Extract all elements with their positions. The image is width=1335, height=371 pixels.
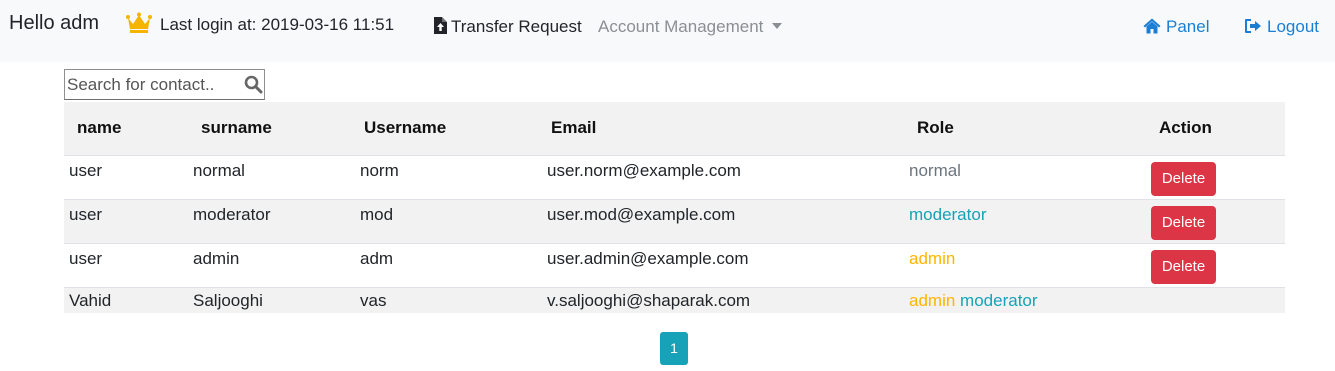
cell-name: Vahid [69, 290, 112, 310]
sign-out-icon [1244, 17, 1267, 36]
table-row: user normal norm user.norm@example.com n… [64, 155, 1285, 199]
cell-role: normal [904, 155, 1146, 199]
search-icon[interactable] [244, 75, 263, 99]
delete-button[interactable]: Delete [1151, 249, 1216, 284]
cell-email: user.norm@example.com [547, 160, 741, 180]
cell-surname: moderator [193, 204, 271, 224]
crown-icon [126, 12, 152, 39]
pagination-page-1[interactable]: 1 [660, 332, 688, 365]
cell-role: admin moderator [904, 287, 1146, 313]
role-badge-moderator: moderator [909, 204, 987, 224]
top-navbar: Hello adm Last login at: 2019-03-16 11:5… [0, 0, 1335, 62]
cell-username: norm [360, 160, 399, 180]
nav-account-management-label: Account Management [598, 17, 764, 36]
role-badge-admin: admin [909, 290, 956, 310]
table-row: user admin adm user.admin@example.com ad… [64, 243, 1285, 287]
cell-surname: admin [193, 248, 240, 268]
cell-email: user.admin@example.com [547, 248, 749, 268]
role-badge-moderator: moderator [960, 290, 1038, 310]
cell-surname: normal [193, 160, 245, 180]
column-header-action: Action [1159, 118, 1212, 138]
cell-name: user [69, 248, 103, 268]
caret-down-icon [772, 23, 783, 29]
cell-username: vas [360, 290, 387, 310]
cell-action: Delete [1146, 243, 1285, 287]
nav-transfer-request-label: Transfer Request [451, 17, 582, 36]
table-row: user moderator mod user.mod@example.com … [64, 199, 1285, 243]
cell-surname: Saljooghi [193, 290, 263, 310]
cell-action [1146, 287, 1285, 313]
nav-account-management-dropdown[interactable]: Account Management [598, 17, 783, 37]
delete-button[interactable]: Delete [1151, 161, 1216, 196]
search-box [64, 69, 265, 100]
cell-username: adm [360, 248, 394, 268]
cell-role: moderator [904, 199, 1146, 243]
column-header-surname: surname [201, 118, 272, 138]
table-header-row: name surname Username Email Role Action [64, 102, 1285, 155]
cell-role: admin [904, 243, 1146, 287]
nav-panel-label: Panel [1166, 17, 1210, 36]
role-badge-admin: admin [909, 248, 956, 268]
cell-name: user [69, 204, 103, 224]
home-icon [1143, 17, 1166, 36]
column-header-name: name [77, 118, 122, 138]
contacts-table: name surname Username Email Role Action … [64, 102, 1285, 313]
nav-transfer-request[interactable]: Transfer Request [434, 17, 582, 37]
nav-panel-link[interactable]: Panel [1143, 17, 1209, 37]
file-upload-icon [434, 17, 451, 36]
column-header-username: Username [364, 118, 447, 138]
cell-name: user [69, 160, 103, 180]
column-header-email: Email [551, 118, 597, 138]
search-input[interactable] [65, 70, 237, 99]
delete-button[interactable]: Delete [1151, 205, 1216, 240]
column-header-role: Role [917, 118, 954, 138]
greeting: Hello adm [9, 12, 100, 34]
cell-email: v.saljooghi@shaparak.com [547, 290, 751, 310]
cell-email: user.mod@example.com [547, 204, 736, 224]
table-row: Vahid Saljooghi vas v.saljooghi@shaparak… [64, 287, 1285, 313]
cell-action: Delete [1146, 155, 1285, 199]
role-badge-normal: normal [909, 160, 961, 180]
cell-username: mod [360, 204, 394, 224]
nav-logout-label: Logout [1267, 17, 1319, 36]
last-login-text: Last login at: 2019-03-16 11:51 [160, 15, 395, 34]
cell-action: Delete [1146, 199, 1285, 243]
nav-logout-link[interactable]: Logout [1244, 17, 1319, 37]
